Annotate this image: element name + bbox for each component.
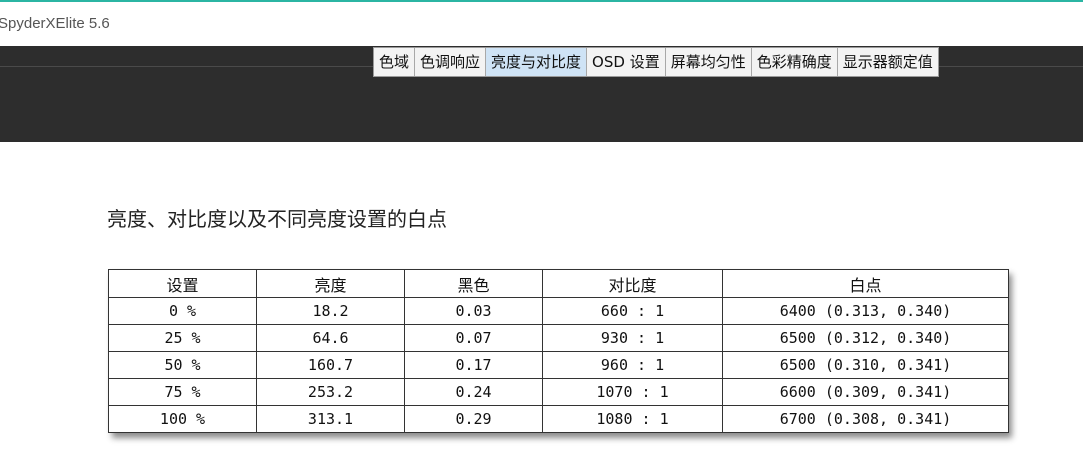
table-header-row: 设置 亮度 黑色 对比度 白点 [108,269,1009,298]
table-row: 25 % 64.6 0.07 930 : 1 6500 (0.312, 0.34… [108,324,1009,352]
tab-color-accuracy[interactable]: 色彩精确度 [751,48,838,76]
cell-white-point: 6400 (0.313, 0.340) [722,297,1009,325]
section-heading: 亮度、对比度以及不同亮度设置的白点 [107,207,447,231]
tab-brightness-contrast[interactable]: 亮度与对比度 [486,48,588,76]
cell-black: 0.24 [404,378,543,406]
cell-black: 0.17 [404,351,543,379]
cell-white-point: 6600 (0.309, 0.341) [722,378,1009,406]
window-title: SpyderXElite 5.6 [0,15,110,32]
table-row: 50 % 160.7 0.17 960 : 1 6500 (0.310, 0.3… [108,351,1009,379]
table-row: 0 % 18.2 0.03 660 : 1 6400 (0.313, 0.340… [108,297,1009,325]
cell-setting: 0 % [108,297,257,325]
tab-screen-uniformity[interactable]: 屏幕均匀性 [665,48,752,76]
column-header-setting: 设置 [108,269,257,298]
cell-contrast: 960 : 1 [542,351,723,379]
cell-contrast: 930 : 1 [542,324,723,352]
cell-brightness: 253.2 [256,378,405,406]
cell-brightness: 313.1 [256,405,405,433]
column-header-brightness: 亮度 [256,269,405,298]
cell-white-point: 6500 (0.312, 0.340) [722,324,1009,352]
cell-setting: 75 % [108,378,257,406]
cell-setting: 25 % [108,324,257,352]
tab-display-rating[interactable]: 显示器额定值 [837,48,938,76]
cell-black: 0.03 [404,297,543,325]
tab-gamut[interactable]: 色域 [374,48,416,76]
cell-white-point: 6700 (0.308, 0.341) [722,405,1009,433]
tab-osd-settings[interactable]: OSD 设置 [587,48,666,76]
cell-black: 0.07 [404,324,543,352]
table-row: 100 % 313.1 0.29 1080 : 1 6700 (0.308, 0… [108,405,1009,433]
column-header-white-point: 白点 [722,269,1009,298]
cell-contrast: 1080 : 1 [542,405,723,433]
cell-black: 0.29 [404,405,543,433]
tab-bar: 色域 色调响应 亮度与对比度 OSD 设置 屏幕均匀性 色彩精确度 显示器额定值 [373,47,939,77]
table-row: 75 % 253.2 0.24 1070 : 1 6600 (0.309, 0.… [108,378,1009,406]
title-bar: SpyderXElite 5.6 [0,0,1083,46]
column-header-black: 黑色 [404,269,543,298]
cell-brightness: 160.7 [256,351,405,379]
tab-tone-response[interactable]: 色调响应 [415,48,487,76]
cell-setting: 100 % [108,405,257,433]
cell-brightness: 64.6 [256,324,405,352]
results-table-container: 设置 亮度 黑色 对比度 白点 0 % 18.2 0.03 660 : 1 64… [108,269,1009,433]
cell-contrast: 660 : 1 [542,297,723,325]
cell-white-point: 6500 (0.310, 0.341) [722,351,1009,379]
cell-contrast: 1070 : 1 [542,378,723,406]
cell-brightness: 18.2 [256,297,405,325]
column-header-contrast: 对比度 [542,269,723,298]
results-table: 设置 亮度 黑色 对比度 白点 0 % 18.2 0.03 660 : 1 64… [108,269,1009,433]
cell-setting: 50 % [108,351,257,379]
